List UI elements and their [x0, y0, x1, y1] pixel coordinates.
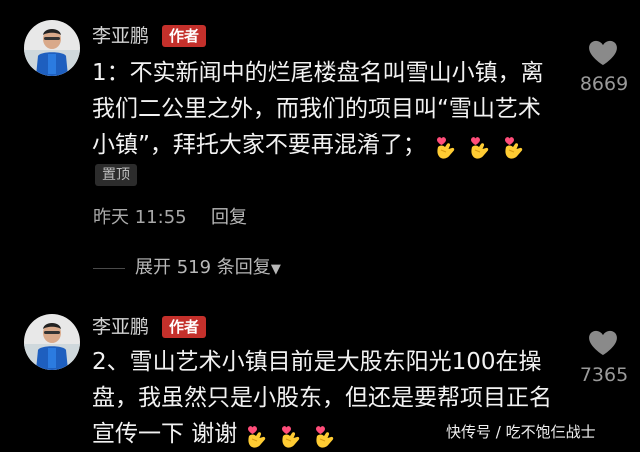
heart-icon [588, 330, 618, 356]
comment-body[interactable]: 1：不实新闻中的烂尾楼盘名叫雪山小镇，离 我们二公里之外，而我们的项目叫“雪山艺… [92, 55, 544, 163]
heart-hand-icon [466, 127, 494, 163]
like-count: 8669 [579, 73, 629, 95]
heart-hand-icon [500, 127, 528, 163]
comment-line: 1：不实新闻中的烂尾楼盘名叫雪山小镇，离 [92, 60, 544, 86]
watermark: 快传号 / 吃不饱仨战士 [446, 423, 596, 441]
like-button[interactable] [588, 330, 620, 356]
comment-line: 我们二公里之外，而我们的项目叫“雪山艺术 [92, 96, 541, 122]
author-badge: 作者 [162, 316, 207, 338]
heart-icon [588, 40, 618, 66]
comment-line: 小镇”，拜托大家不要再混淆了； [92, 127, 544, 163]
chevron-down-icon: ▼ [270, 262, 281, 277]
comment-username[interactable]: 李亚鹏 [92, 25, 149, 47]
comment-line: 盘，我虽然只是小股东，但还是要帮项目正名 [92, 385, 552, 411]
comment-line: 2、雪山艺术小镇目前是大股东阳光100在操 [92, 349, 542, 375]
author-badge: 作者 [162, 25, 207, 47]
comment-username[interactable]: 李亚鹏 [92, 316, 149, 338]
like-button[interactable] [588, 40, 620, 66]
like-count: 7365 [579, 364, 629, 386]
heart-hand-icon [432, 127, 460, 163]
pinned-badge: 置顶 [95, 164, 137, 186]
divider [93, 268, 125, 269]
comment-time: 昨天 11:55 [93, 207, 187, 228]
avatar[interactable] [24, 314, 80, 370]
expand-replies-label: 展开 519 条回复 [135, 257, 271, 278]
expand-replies-button[interactable]: 展开 519 条回复▼ [135, 256, 281, 282]
avatar[interactable] [24, 20, 80, 76]
reply-button[interactable]: 回复 [211, 206, 247, 230]
